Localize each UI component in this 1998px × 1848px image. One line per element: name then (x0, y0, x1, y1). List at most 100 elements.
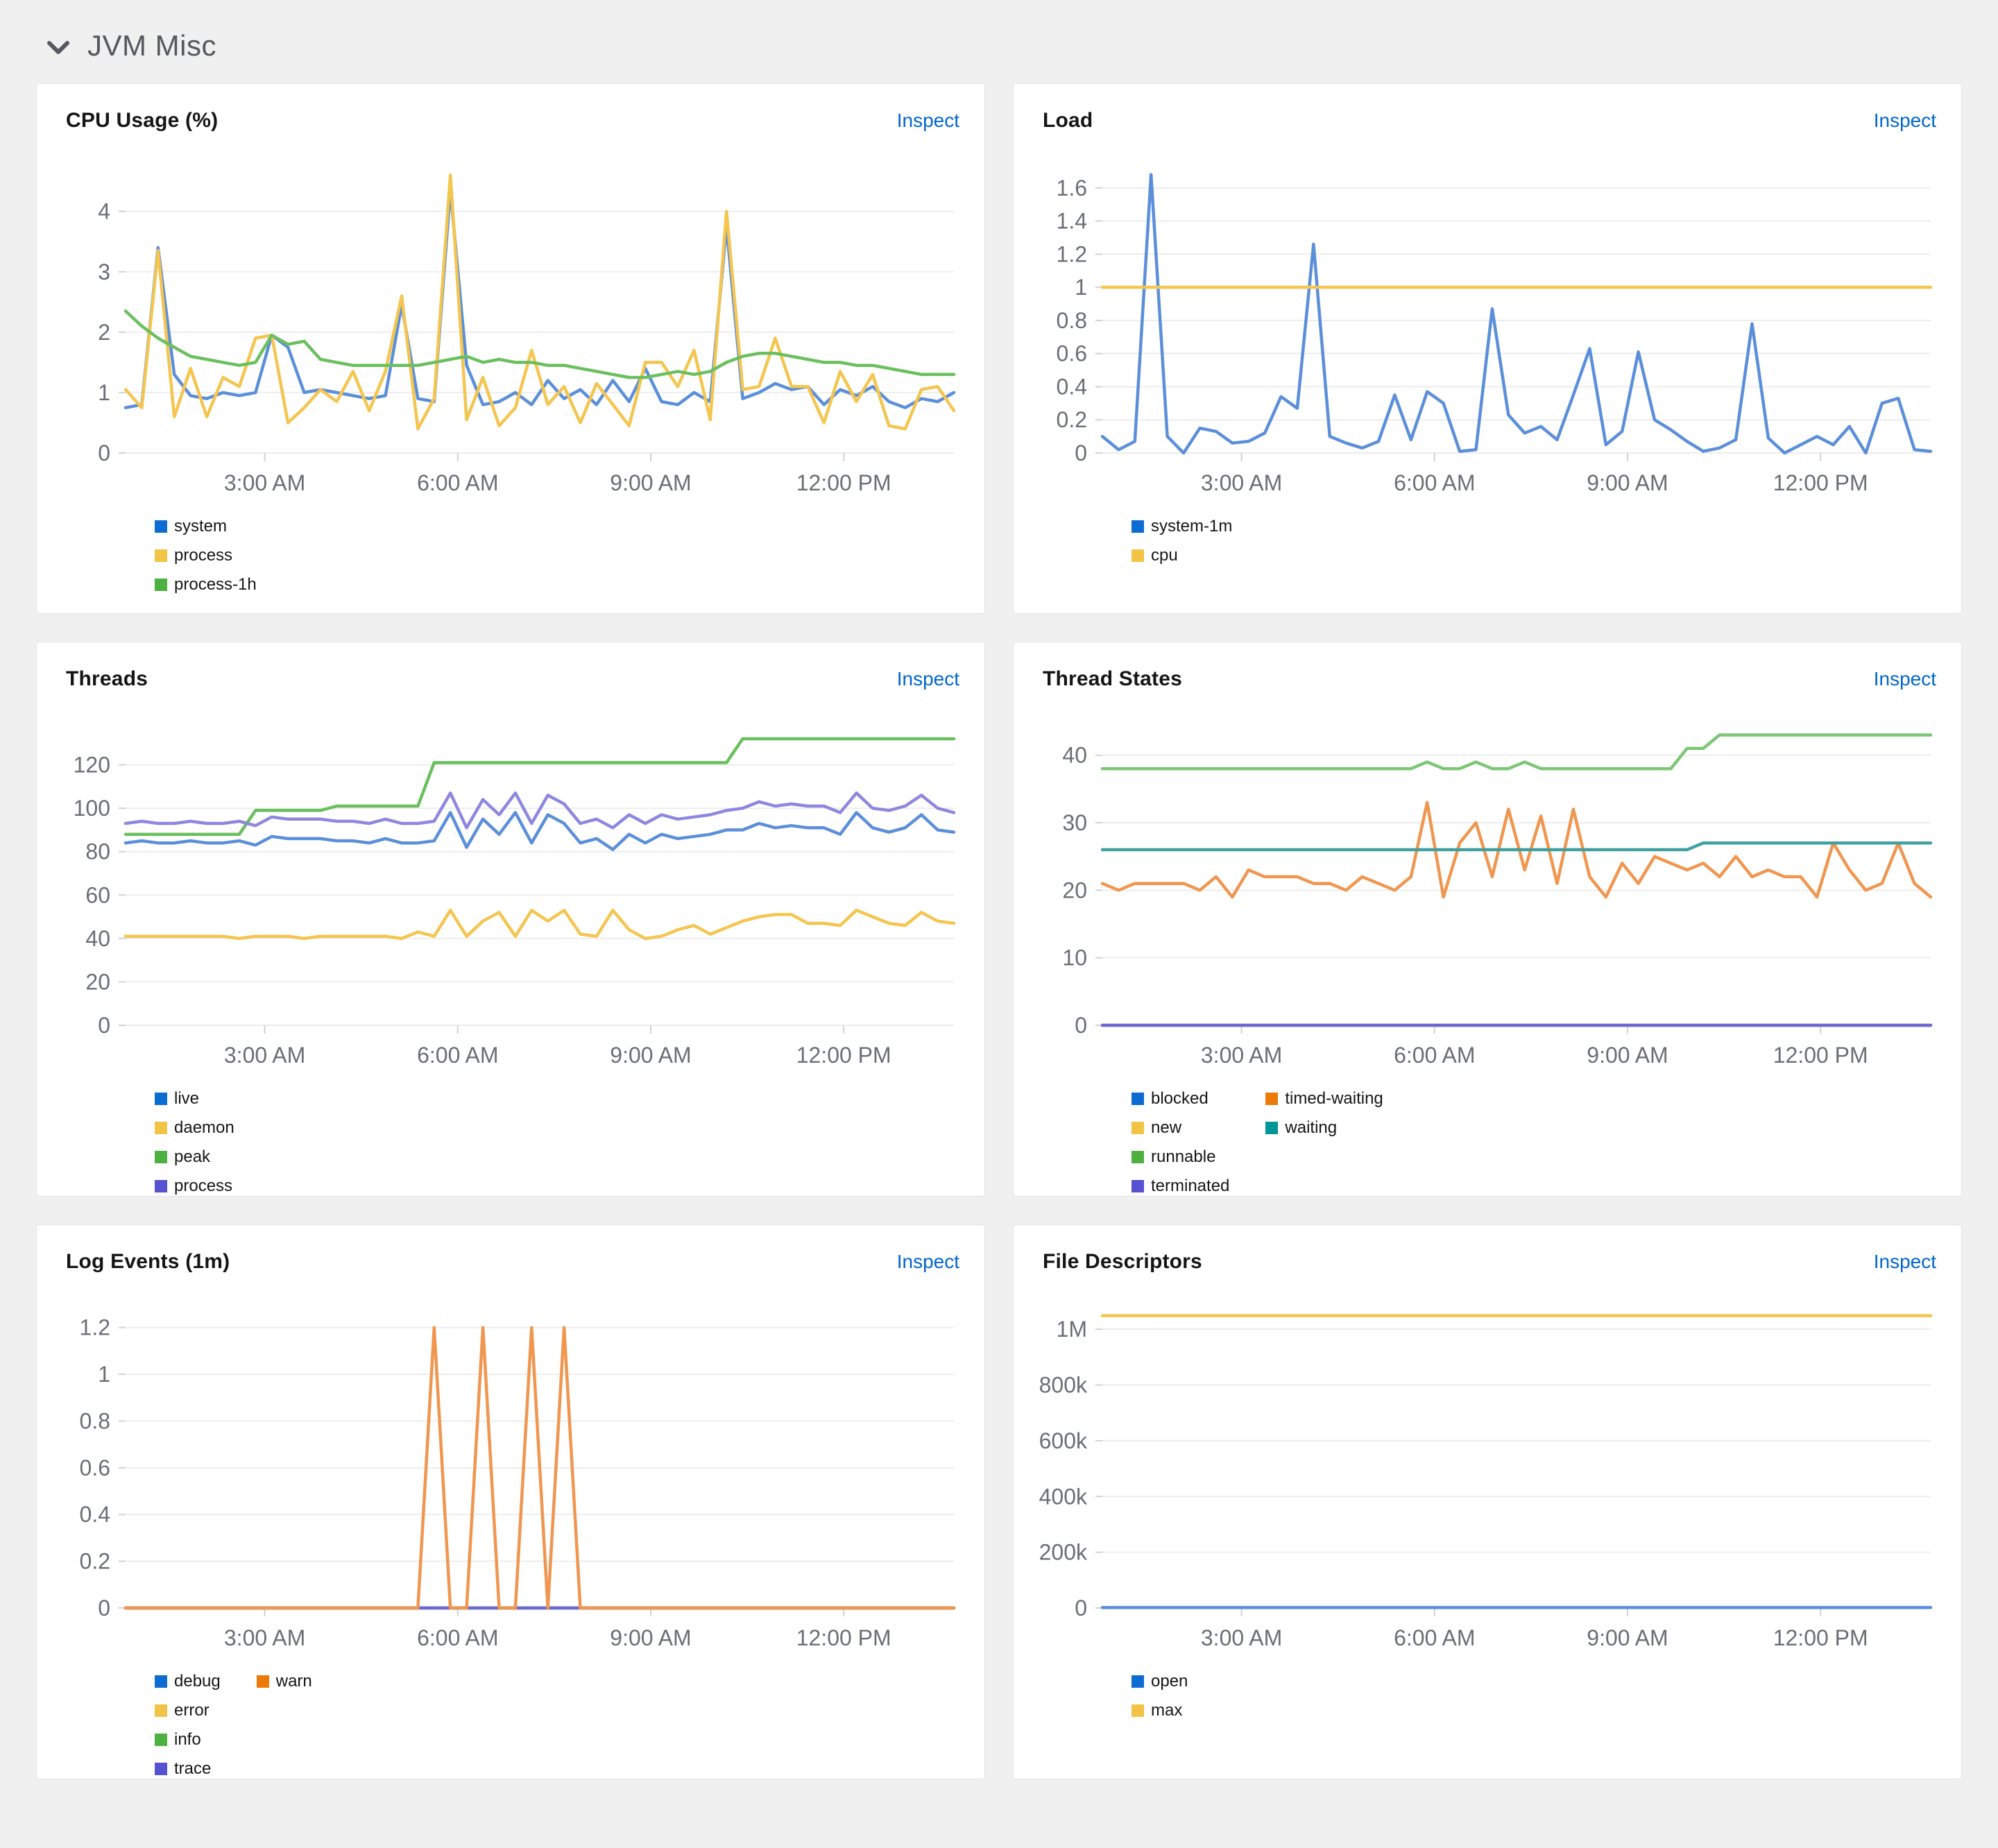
y-tick-label: 0 (98, 440, 110, 465)
legend-item-trace: trace (155, 1759, 221, 1779)
legend-item-max: max (1132, 1701, 1188, 1720)
inspect-link-file-descriptors[interactable]: Inspect (1874, 1251, 1936, 1273)
x-tick-label: 12:00 PM (1773, 1043, 1868, 1068)
panel-title-log-events-1m: Log Events (1m) (66, 1250, 230, 1273)
legend-item-new: new (1132, 1118, 1229, 1138)
legend-column: live daemon peak process (155, 1089, 234, 1196)
legend-item-debug: debug (155, 1672, 221, 1691)
legend-swatch-peak (155, 1151, 167, 1163)
legend-item-process: process (155, 1177, 234, 1196)
y-tick-label: 1.2 (1057, 241, 1087, 266)
legend-label-blocked: blocked (1151, 1089, 1209, 1108)
inspect-link-cpu-usage[interactable]: Inspect (897, 110, 959, 132)
x-tick-label: 12:00 PM (796, 1625, 891, 1650)
chart-legend: debug error info trace warn (155, 1672, 965, 1779)
x-tick-label: 3:00 AM (1201, 1043, 1282, 1068)
y-tick-label: 0.8 (80, 1408, 110, 1433)
legend-swatch-trace (155, 1763, 167, 1775)
y-tick-label: 1 (98, 380, 110, 405)
y-tick-label: 10 (1062, 946, 1087, 970)
legend-swatch-system-1m (1132, 520, 1144, 533)
legend-item-live: live (155, 1089, 234, 1109)
y-tick-label: 4 (98, 199, 110, 224)
legend-label-waiting: waiting (1285, 1118, 1338, 1137)
y-tick-label: 20 (85, 969, 110, 994)
inspect-link-threads[interactable]: Inspect (897, 668, 959, 690)
panel-header: Log Events (1m) Inspect (56, 1246, 965, 1274)
panel-load: Load Inspect 0 0.2 0.4 0.6 0.8 1 1.2 1.4 1.6 3:00… (1013, 83, 1962, 614)
legend-column: open max (1132, 1672, 1188, 1720)
y-tick-label: 200k (1039, 1540, 1088, 1565)
legend-label-debug: debug (174, 1672, 221, 1691)
legend-label-daemon: daemon (174, 1118, 234, 1137)
legend-item-peak: peak (155, 1147, 234, 1167)
legend-label-timed-waiting: timed-waiting (1285, 1089, 1383, 1108)
legend-swatch-waiting (1265, 1122, 1279, 1134)
legend-label-peak: peak (174, 1147, 211, 1166)
legend-label-warn: warn (275, 1672, 312, 1691)
y-tick-label: 1.4 (1057, 209, 1087, 234)
chart-legend: system process process-1h (155, 517, 965, 594)
y-tick-label: 2 (98, 320, 110, 345)
panel-title-file-descriptors: File Descriptors (1043, 1250, 1202, 1273)
legend-swatch-debug (155, 1675, 167, 1688)
y-tick-label: 1 (1075, 275, 1087, 300)
y-tick-label: 800k (1039, 1373, 1088, 1398)
legend-item-process: process (155, 546, 257, 565)
y-tick-label: 0 (1075, 1595, 1087, 1620)
y-tick-label: 0.2 (1057, 407, 1087, 432)
panels-grid: CPU Usage (%) Inspect 0 1 2 3 4 3:00 AM 6:00 A… (36, 83, 1962, 1779)
panel-title-load: Load (1043, 109, 1093, 132)
legend-swatch-live (155, 1093, 167, 1105)
legend-swatch-warn (256, 1675, 269, 1688)
legend-item-timed-waiting: timed-waiting (1265, 1089, 1383, 1109)
x-tick-label: 9:00 AM (610, 470, 691, 495)
inspect-link-thread-states[interactable]: Inspect (1874, 668, 1936, 690)
legend-label-new: new (1151, 1118, 1182, 1137)
legend-swatch-terminated (1132, 1180, 1144, 1192)
x-tick-label: 12:00 PM (1773, 470, 1868, 495)
legend-swatch-open (1132, 1675, 1144, 1688)
legend-item-open: open (1132, 1672, 1188, 1691)
legend-column: system-1m cpu (1132, 517, 1232, 565)
x-tick-label: 3:00 AM (1201, 1625, 1282, 1650)
legend-label-live: live (174, 1089, 200, 1108)
x-tick-label: 6:00 AM (1394, 1625, 1475, 1650)
panel-threads: Threads Inspect 0 20 40 60 80 100 120 3:00 AM 6:… (36, 642, 985, 1197)
legend-label-cpu: cpu (1151, 546, 1178, 565)
legend-item-info: info (155, 1730, 221, 1749)
panel-header: File Descriptors Inspect (1033, 1246, 1942, 1274)
panel-thread-states: Thread States Inspect 0 10 20 30 40 3:00 AM 6:… (1013, 642, 1962, 1197)
legend-column: timed-waiting waiting (1265, 1089, 1383, 1138)
legend-item-error: error (155, 1701, 221, 1720)
legend-label-open: open (1151, 1672, 1188, 1691)
inspect-link-log-events-1m[interactable]: Inspect (897, 1251, 959, 1273)
legend-swatch-timed-waiting (1265, 1093, 1279, 1105)
legend-swatch-new (1132, 1122, 1144, 1134)
legend-column: blocked new runnable terminated (1132, 1089, 1229, 1196)
legend-label-system-1m: system-1m (1151, 517, 1233, 536)
series-line-process-1h (123, 309, 956, 379)
legend-label-max: max (1151, 1701, 1183, 1720)
panel-file-descriptors: File Descriptors Inspect 0 200k 400k 600k 80… (1013, 1224, 1962, 1779)
x-tick-label: 9:00 AM (1587, 470, 1668, 495)
x-tick-label: 6:00 AM (417, 1625, 498, 1650)
page: JVM Misc CPU Usage (%) Inspect 0 1 2 3 4 3:00… (0, 0, 1998, 1779)
inspect-link-load[interactable]: Inspect (1874, 110, 1936, 132)
x-tick-label: 12:00 PM (796, 470, 891, 495)
legend-swatch-process-1h (155, 579, 167, 591)
x-tick-label: 12:00 PM (796, 1043, 891, 1068)
y-tick-label: 600k (1039, 1428, 1088, 1453)
legend-item-daemon: daemon (155, 1118, 234, 1138)
chart-legend: system-1m cpu (1132, 517, 1942, 565)
line-chart: 0 1 2 3 4 3:00 AM 6:00 AM 9:00 AM 12:00 PM (98, 173, 956, 495)
panel-header: CPU Usage (%) Inspect (56, 105, 965, 132)
chart-legend: blocked new runnable terminated timed-waitin… (1132, 1089, 1942, 1196)
section-header-jvm-misc[interactable]: JVM Misc (36, 19, 1962, 83)
legend-label-info: info (174, 1730, 201, 1749)
y-tick-label: 1M (1057, 1317, 1087, 1342)
y-tick-label: 0.4 (1057, 374, 1087, 399)
x-tick-label: 6:00 AM (417, 470, 498, 495)
panel-header: Threads Inspect (56, 663, 965, 691)
y-tick-label: 0.6 (80, 1455, 110, 1480)
